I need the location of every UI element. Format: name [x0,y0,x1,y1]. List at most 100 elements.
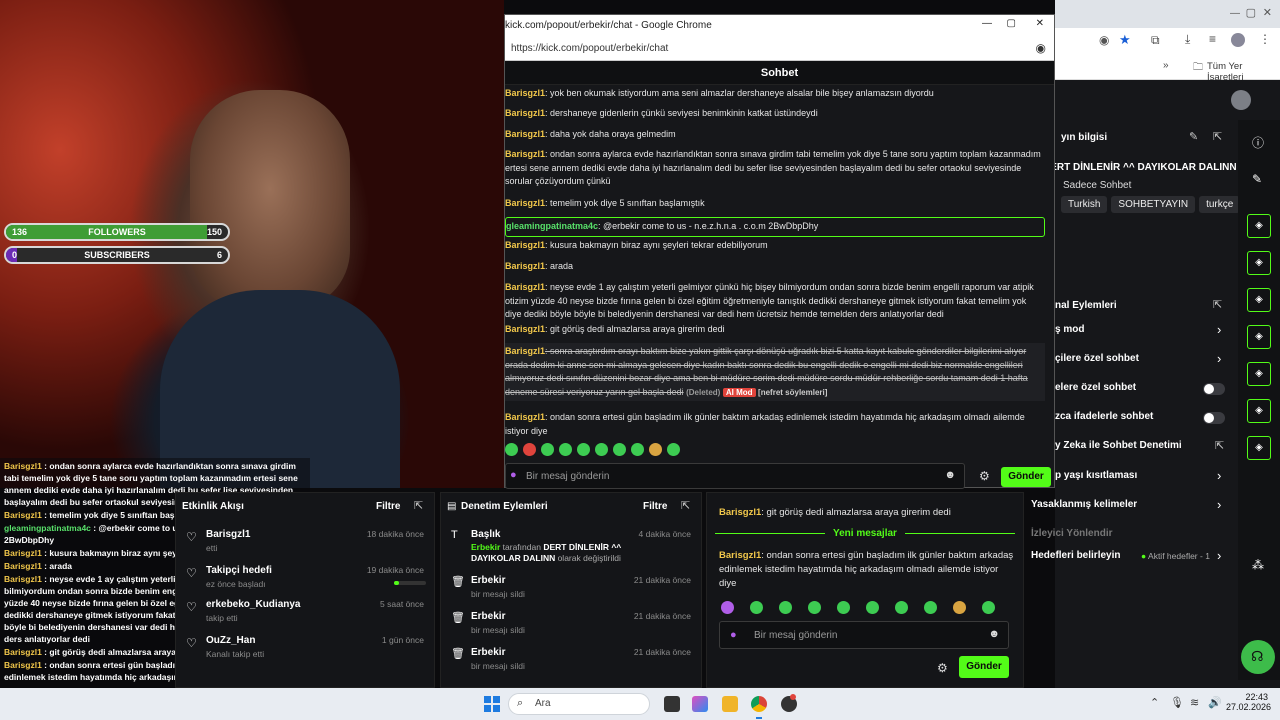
chevron-right-icon[interactable]: › [1217,322,1221,337]
minimize-icon[interactable]: — [1230,8,1240,19]
media-icon[interactable]: ≡ [1209,32,1216,46]
chevron-right-icon[interactable]: › [1217,468,1221,483]
volume-icon[interactable]: 🔊 [1208,696,1222,709]
bolt-icon[interactable]: ◈ [1247,251,1271,275]
clock[interactable]: 22:43 27.02.2026 [1226,692,1271,712]
activity-filter-button[interactable]: Filtre [376,501,400,512]
emote-icon[interactable] [750,601,763,614]
emote-icon[interactable] [649,443,662,456]
mod-action-user[interactable]: Erbekir [471,647,505,658]
chevron-right-icon[interactable]: › [1217,497,1221,512]
edit-icon[interactable]: ✎ [1189,130,1198,143]
emote-icon[interactable] [559,443,572,456]
file-explorer-icon[interactable] [722,696,738,712]
pen-icon[interactable]: ✎ [1252,172,1262,186]
extensions-icon[interactable]: ⧉ [1151,33,1160,48]
channel-action-item[interactable]: Hedefleri belirleyin › ● Aktif hedefler - … [1031,546,1230,568]
close-icon[interactable]: ✕ [1263,6,1272,19]
external-link-icon[interactable]: ⇱ [1215,439,1224,452]
emote-icon[interactable] [895,601,908,614]
channel-action-item[interactable]: İzleyici Yönlendir [1031,524,1230,546]
emote-icon[interactable] [613,443,626,456]
chat-input[interactable]: ● Bir mesaj gönderin ☻ [719,621,1009,649]
toggle-switch[interactable] [1203,383,1225,395]
chat-settings-icon[interactable]: ⚙ [979,469,990,483]
emote-icon[interactable] [982,601,995,614]
emote-icon[interactable] [808,601,821,614]
emote-icon[interactable] [953,601,966,614]
mic-tray-icon[interactable]: 🎙 [1170,696,1184,709]
taskbar-search[interactable]: ⌕ Ara [508,693,650,715]
channel-action-item[interactable]: ş mod › [1055,320,1230,342]
chat-username[interactable]: Barisgzl1 [505,324,545,334]
maximize-icon[interactable]: ▢ [1246,6,1256,19]
emote-icon[interactable] [595,443,608,456]
info-icon[interactable]: ⓘ [1252,134,1264,151]
stream-tag[interactable]: Turkish [1061,196,1108,213]
emote-icon[interactable] [924,601,937,614]
stream-tag[interactable]: turkçe [1199,196,1241,213]
popout-icon[interactable]: ⇱ [681,499,690,512]
broadcast-icon[interactable]: ◈ [1247,362,1271,386]
more-menu-icon[interactable]: ⋮ [1259,32,1271,46]
emote-icon[interactable] [667,443,680,456]
user-avatar[interactable] [1231,90,1251,110]
bookmark-star-icon[interactable]: ★ [1119,32,1131,48]
mic-icon[interactable]: ● [510,469,517,481]
eye-icon[interactable]: ◉ [1036,41,1046,55]
emote-icon[interactable] [577,443,590,456]
apps-icon[interactable]: ⁂ [1252,558,1264,572]
emote-icon[interactable] [541,443,554,456]
emote-icon[interactable] [505,443,518,456]
activity-user[interactable]: OuZz_Han [206,635,255,646]
crop-icon[interactable]: ◈ [1247,214,1271,238]
channel-action-item[interactable]: y Zeka ile Sohbet Denetimi ⇱ [1055,436,1230,458]
chevron-right-icon[interactable]: › [1217,351,1221,366]
more-bookmarks-icon[interactable]: » [1163,60,1169,71]
support-button[interactable]: ☊ [1241,640,1275,674]
emote-icon[interactable] [866,601,879,614]
send-button[interactable]: Gönder [959,656,1009,678]
chat-username[interactable]: Barisgzl1 [505,198,545,208]
emote-icon[interactable] [779,601,792,614]
close-icon[interactable]: ✕ [1036,18,1044,29]
emote-icon[interactable] [837,601,850,614]
channel-action-item[interactable]: elere özel sohbet [1055,378,1230,400]
chat-username[interactable]: Barisgzl1 [505,88,545,98]
channel-action-item[interactable]: çilere özel sohbet › [1055,349,1230,371]
activity-user[interactable]: erkebeko_Kudianya [206,599,301,610]
task-view-icon[interactable] [664,696,680,712]
popout-icon[interactable]: ⇱ [1213,298,1222,311]
chevron-right-icon[interactable]: › [1217,548,1221,563]
minimize-icon[interactable]: — [982,18,992,29]
chat-username[interactable]: Barisgzl1 [505,108,545,118]
chat-username[interactable]: Barisgzl1 [505,149,545,159]
mod-filter-button[interactable]: Filtre [643,501,667,512]
popout-icon[interactable]: ⇱ [414,499,423,512]
chat-bubble-icon[interactable]: ◈ [1247,325,1271,349]
channel-action-item[interactable]: p yaşı kısıtlaması › [1055,466,1230,488]
emoji-icon[interactable]: ☻ [944,469,956,481]
download-icon[interactable]: ⤓ [1185,32,1190,47]
maximize-icon[interactable]: ▢ [1007,18,1016,29]
popout-url[interactable]: https://kick.com/popout/erbekir/chat [511,43,668,54]
channel-action-item[interactable]: Yasaklanmış kelimeler › [1031,495,1230,517]
chat-username[interactable]: Barisgzl1 [719,507,761,518]
tray-chevron-icon[interactable]: ⌃ [1150,696,1159,709]
emote-icon[interactable] [721,601,734,614]
mod-action-user[interactable]: Erbekir [471,575,505,586]
layout-icon[interactable]: ◈ [1247,399,1271,423]
clipboard-icon[interactable]: ◈ [1247,288,1271,312]
wrench-icon[interactable]: ◈ [1247,436,1271,460]
popout-icon[interactable]: ⇱ [1213,130,1222,143]
activity-user[interactable]: Takipçi hedefi [206,565,272,576]
profile-avatar[interactable] [1231,33,1245,47]
activity-user[interactable]: Barisgzl1 [206,529,250,540]
send-button[interactable]: Gönder [1001,467,1051,487]
chat-username[interactable]: Barisgzl1 [505,129,545,139]
chat-username[interactable]: gleamingpatinatma4c [506,221,598,231]
chat-username[interactable]: Barisgzl1 [505,261,545,271]
mod-action-user[interactable]: Başlık [471,529,500,540]
chat-input[interactable]: ● Bir mesaj gönderin ☻ [505,463,965,489]
chat-username[interactable]: Barisgzl1 [505,282,545,292]
